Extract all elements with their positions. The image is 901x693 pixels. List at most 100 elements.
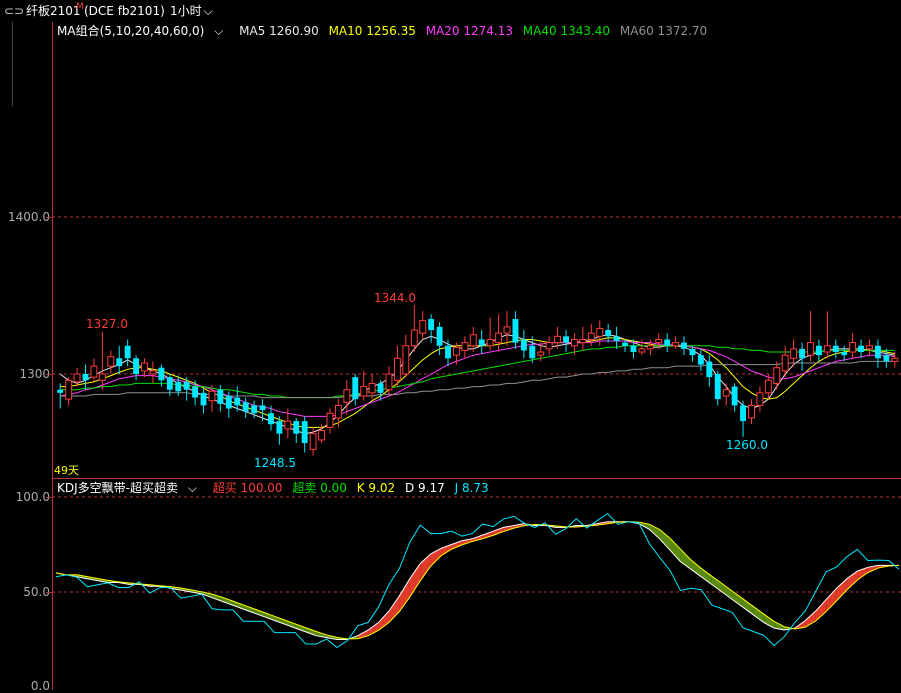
candle-body-down (225, 395, 232, 409)
candle-body-down (874, 345, 881, 359)
candle-body-down (133, 358, 140, 374)
candle-body-up (90, 365, 98, 378)
candle-body-up (722, 389, 730, 397)
candle-body-down (622, 342, 628, 346)
candle-body-down (158, 367, 165, 381)
candle-body-up (107, 356, 115, 367)
candle-body-up (781, 354, 789, 372)
kdj-ribbon-segment (451, 540, 462, 550)
candle-body-up (410, 329, 418, 347)
candle-body-down (563, 336, 569, 343)
kdj-ribbon-segment (243, 604, 254, 613)
candle-body-up (309, 433, 317, 450)
candle-body-up (503, 326, 511, 334)
kdj-ribbon-segment (670, 538, 681, 562)
kdj-ribbon-segment (763, 614, 775, 629)
candle-body-up (393, 357, 401, 381)
candle-body-down (697, 355, 704, 365)
candle-body-up (343, 389, 351, 403)
candle-body-down (377, 383, 384, 393)
candle-body-up (452, 346, 460, 356)
candle-body-up (545, 342, 553, 350)
kdj-ribbon-segment (846, 571, 858, 590)
kdj-ribbon-segment (493, 527, 504, 536)
kdj-ribbon-segment (742, 598, 754, 615)
candle-body-up (849, 342, 857, 353)
candle-body-down (192, 386, 199, 398)
candle-body-down (445, 345, 451, 359)
candle-body-down (664, 339, 671, 346)
candle-body-up (486, 338, 494, 347)
candle-body-up (318, 430, 325, 441)
chart-canvas[interactable] (0, 0, 901, 690)
candle-body-down (613, 336, 620, 342)
candle-body-down (832, 345, 839, 353)
candle-body-up (638, 348, 646, 353)
candle-body-down (630, 345, 637, 353)
candle-body-down (82, 374, 89, 381)
kdj-ribbon-segment (295, 623, 306, 632)
candle-body-down (259, 405, 266, 411)
candle-body-down (293, 421, 300, 434)
candle-body-up (646, 345, 654, 350)
kdj-ribbon-segment (680, 549, 691, 570)
candle-body-down (815, 345, 822, 356)
candle-body-up (73, 373, 81, 383)
candle-body-up (334, 404, 342, 419)
candle-body-down (57, 389, 64, 393)
candle-body-down (124, 345, 131, 359)
candle-body-down (175, 381, 182, 392)
kdj-ribbon-segment (264, 612, 275, 621)
candle-body-down (520, 339, 527, 351)
candle-body-up (419, 320, 427, 334)
candle-body-up (537, 351, 545, 356)
candle-body-down (799, 348, 806, 359)
candle-body-down (883, 355, 890, 362)
kdj-ribbon-segment (232, 601, 244, 610)
kdj-ribbon-segment (274, 616, 285, 625)
candle-body-up (368, 382, 376, 394)
candle-body-up (284, 420, 292, 430)
candle-body-down (529, 345, 536, 359)
candle-body-up (570, 338, 578, 347)
candle-body-up (891, 357, 899, 362)
candle-body-up (773, 367, 781, 384)
candle-body-down (841, 352, 848, 356)
kdj-ribbon-segment (399, 578, 410, 612)
candle-body-down (301, 421, 308, 444)
candle-body-down (731, 386, 738, 406)
candle-body-up (208, 390, 216, 402)
candle-body-up (402, 345, 410, 375)
candle-body-up (587, 332, 595, 340)
candle-body-up (672, 342, 680, 347)
candle-body-up (98, 373, 106, 381)
candle-body-up (823, 345, 831, 353)
kdj-ribbon-segment (690, 559, 702, 577)
candle-body-up (385, 373, 393, 391)
candle-body-down (689, 348, 696, 356)
kdj-ribbon-segment (284, 620, 296, 629)
candle-body-down (605, 330, 612, 337)
kdj-ribbon-segment (722, 583, 733, 600)
candle-body-down (740, 405, 746, 422)
candle-body-up (461, 342, 469, 351)
candle-body-down (217, 389, 224, 404)
kdj-ribbon-segment (701, 568, 712, 585)
candle-body-down (714, 374, 721, 400)
candle-body-up (579, 338, 587, 344)
kdj-ribbon-segment (815, 599, 827, 621)
candle-body-down (512, 319, 519, 343)
candle-body-up (65, 379, 73, 400)
candle-body-down (242, 402, 249, 412)
candle-body-down (268, 413, 274, 425)
candle-body-up (764, 379, 772, 394)
candle-body-up (149, 370, 157, 375)
candle-body-up (748, 404, 755, 419)
candle-body-down (352, 377, 359, 400)
candle-body-up (495, 332, 503, 344)
kdj-ribbon-segment (753, 606, 764, 623)
kdj-ribbon-segment (836, 578, 847, 601)
candle-body-down (436, 326, 443, 346)
candle-body-down (251, 405, 258, 414)
candle-body-down (681, 342, 687, 349)
